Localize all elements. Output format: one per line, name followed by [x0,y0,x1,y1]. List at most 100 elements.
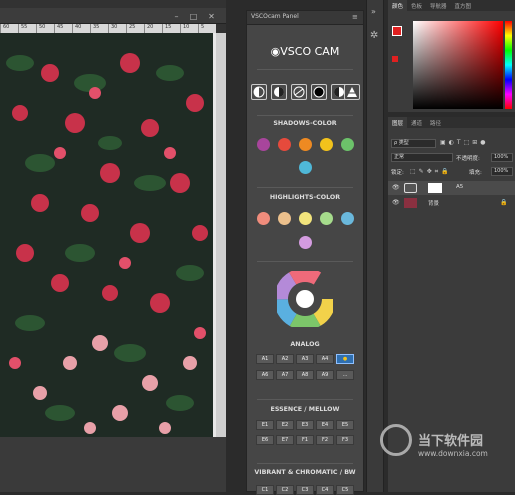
color-swatch[interactable] [298,138,312,151]
preset-button[interactable]: A8 [296,370,314,380]
tab-navigator[interactable]: 导航器 [426,0,451,12]
preset-button[interactable]: E1 [256,420,274,430]
preset-button[interactable]: A1 [256,354,274,364]
preset-button[interactable]: ... [336,370,354,380]
lock-label: 锁定: [391,170,404,176]
ruler-tick: 35 [90,24,108,33]
collapse-icon[interactable]: » [371,7,376,16]
preset-button[interactable]: C4 [316,485,334,495]
photo-canvas[interactable] [0,33,216,437]
color-field[interactable] [413,21,503,109]
color-swatch[interactable] [256,212,270,225]
color-swatch[interactable] [277,138,291,151]
vsco-logo: ◉VSCO CAM [270,45,340,58]
color-swatch[interactable] [256,138,270,151]
opacity-input[interactable]: 100% [491,153,513,162]
foreground-color-swatch[interactable] [392,26,402,36]
color-swatch[interactable] [319,138,333,151]
preset-button[interactable]: E7 [276,435,294,445]
preset-button[interactable]: F1 [296,435,314,445]
tab-histogram[interactable]: 直方图 [451,0,476,12]
color-swatch[interactable] [319,212,333,225]
layer-filter-select[interactable]: ρ 类型 [391,139,436,148]
levels-filter-icon[interactable] [344,84,360,100]
ruler-tick: 50 [36,24,54,33]
vsco-panel-tab[interactable]: VSCOcam Panel [251,13,299,20]
layer-row[interactable]: 👁 A5 [388,181,515,195]
selected-preset-button[interactable]: ● [336,354,354,364]
color-swatch[interactable] [298,212,312,225]
hue-slider[interactable] [505,21,512,109]
tools-icon[interactable]: ✲ [370,30,378,41]
color-wheel-icon[interactable] [274,268,336,330]
panel-menu-icon[interactable]: ≡ [352,13,358,21]
color-swatch[interactable] [340,138,354,151]
layer-name: A5 [456,184,464,190]
blend-mode-select[interactable]: 正常 [391,153,453,162]
close-icon[interactable]: ✕ [207,12,216,21]
highlights-color-title: HIGHLIGHTS-COLOR [269,194,341,201]
ruler-tick: 60 [0,24,18,33]
color-swatch[interactable] [298,161,312,174]
dock-strip: » ✲ [366,0,384,492]
color-swatch[interactable] [277,212,291,225]
tab-paths[interactable]: 路径 [426,117,445,129]
ruler-tick: 30 [108,24,126,33]
watermark-url: www.downxia.com [418,449,488,458]
cursor-hover-icon: ● [342,356,348,362]
preset-button[interactable]: A9 [316,370,334,380]
preset-button[interactable]: C1 [256,485,274,495]
divider [257,261,353,262]
lock-icons[interactable]: ⬚✎✥⌗🔒 [410,168,452,176]
vibrant-chromatic-title: VIBRANT & CHROMATIC / BW [254,469,356,476]
preset-button[interactable]: C5 [336,485,354,495]
color-panel: 颜色 色板 导航器 直方图 [388,0,515,112]
preset-button[interactable]: A7 [276,370,294,380]
preset-button[interactable]: A3 [296,354,314,364]
visibility-eye-icon[interactable]: 👁 [392,184,400,191]
preset-button[interactable]: E5 [336,420,354,430]
fade-filter-icon[interactable] [291,84,307,100]
rose-photo [0,33,216,437]
preset-button[interactable]: F3 [336,435,354,445]
ruler-tick: 25 [126,24,144,33]
preset-button[interactable]: A4 [316,354,334,364]
preset-button[interactable]: A2 [276,354,294,364]
color-swatch[interactable] [340,212,354,225]
pasteboard [0,437,226,492]
tab-layers[interactable]: 图层 [388,117,408,129]
preset-button[interactable]: C2 [276,485,294,495]
filter-icons[interactable]: ▣◐T⬚⊞● [440,139,489,146]
essence-mellow-title: ESSENCE / MELLOW [270,406,340,413]
contrast-filter-icon[interactable] [271,84,287,100]
layer-mask-thumbnail [428,183,442,193]
layer-row[interactable]: 👁 背景 🔒 [388,196,515,210]
preset-button[interactable]: E3 [296,420,314,430]
layer-thumbnail [404,198,417,208]
shadows-color-title: SHADOWS-COLOR [273,120,337,127]
divider [257,69,353,70]
preset-button[interactable]: A6 [256,370,274,380]
ruler-tick: 40 [72,24,90,33]
half-tone-filter-icon[interactable] [251,84,267,100]
vsco-panel: VSCOcam Panel ≡ ◉VSCO CAM SHADOWS-COLOR … [246,10,364,495]
maximize-icon[interactable]: □ [189,12,198,21]
preset-button[interactable]: F2 [316,435,334,445]
color-swatch[interactable] [298,236,312,249]
preset-button[interactable]: E6 [256,435,274,445]
preset-button[interactable]: E2 [276,420,294,430]
tab-swatches[interactable]: 色板 [407,0,426,12]
color-panel-tabs: 颜色 色板 导航器 直方图 [388,0,515,12]
divider [257,115,353,116]
layers-panel-tabs: 图层 通道 路径 [388,117,515,129]
black-filter-icon[interactable] [311,84,327,100]
preset-button[interactable]: E4 [316,420,334,430]
horizontal-ruler: 60 55 50 45 40 35 30 25 20 15 10 5 [0,24,216,33]
fill-input[interactable]: 100% [491,167,513,176]
fill-label: 填充: [469,170,482,176]
minimize-icon[interactable]: – [172,12,181,21]
tab-color[interactable]: 颜色 [388,0,408,12]
visibility-eye-icon[interactable]: 👁 [392,199,400,206]
tab-channels[interactable]: 通道 [407,117,426,129]
preset-button[interactable]: C3 [296,485,314,495]
